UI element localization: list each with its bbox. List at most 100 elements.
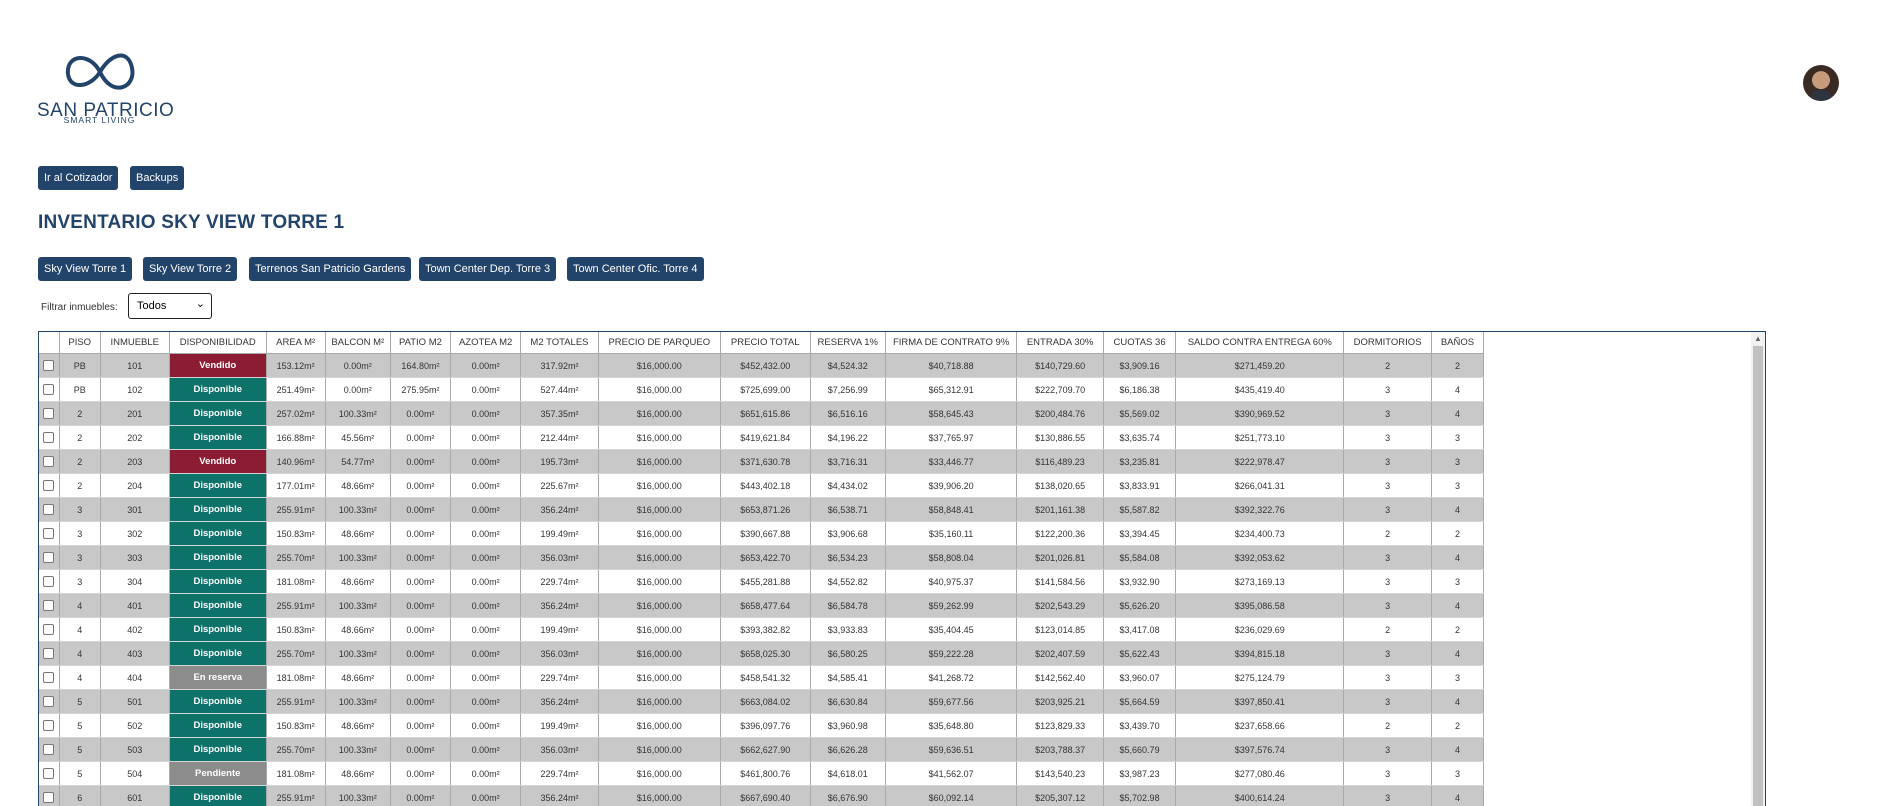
cell-patio: 0.00m² [390, 665, 451, 690]
table-row[interactable]: 6 601 Disponible 255.91m² 100.33m² 0.00m² 0.00… [39, 785, 1485, 806]
cell-balcon: 48.66m² [325, 665, 391, 690]
cell-balcon: 100.33m² [325, 545, 391, 570]
cell-cuotas: $6,186.38 [1103, 377, 1177, 402]
cell-entrada: $202,407.59 [1016, 641, 1104, 666]
col-header-m2-totales[interactable]: M2 TOTALES [520, 332, 599, 354]
table-row[interactable]: 3 302 Disponible 150.83m² 48.66m² 0.00m² 0.00m… [39, 521, 1485, 546]
table-row[interactable]: 3 301 Disponible 255.91m² 100.33m² 0.00m² 0.00… [39, 497, 1485, 522]
table-row[interactable]: 5 504 Pendiente 181.08m² 48.66m² 0.00m² 0.00m²… [39, 761, 1485, 786]
cell-area: 251.49m² [266, 377, 326, 402]
row-checkbox[interactable] [43, 552, 55, 564]
row-checkbox[interactable] [43, 768, 55, 780]
table-row[interactable]: 5 502 Disponible 150.83m² 48.66m² 0.00m² 0.00m… [39, 713, 1485, 738]
col-header-patio[interactable]: PATIO M2 [390, 332, 451, 354]
tab-sky-view-torre-2[interactable]: Sky View Torre 2 [143, 257, 238, 281]
table-row[interactable]: 3 304 Disponible 181.08m² 48.66m² 0.00m² 0.00m… [39, 569, 1485, 594]
cell-banos: 2 [1431, 353, 1485, 378]
col-header-firma-contrato[interactable]: FIRMA DE CONTRATO 9% [885, 332, 1018, 354]
row-checkbox[interactable] [43, 576, 55, 588]
tab-terrenos-san-patricio-gardens[interactable]: Terrenos San Patricio Gardens [249, 257, 412, 281]
col-header-balcon[interactable]: BALCON M² [325, 332, 391, 354]
col-header-banos[interactable]: BAÑOS [1431, 332, 1485, 354]
cell-balcon: 54.77m² [325, 449, 391, 474]
cell-m2-totales: 356.24m² [520, 785, 599, 806]
cell-piso: 5 [59, 761, 101, 786]
cell-piso: 3 [59, 569, 101, 594]
scroll-up-arrow-icon[interactable]: ▲ [1751, 332, 1765, 346]
col-header-inmueble[interactable]: INMUEBLE [100, 332, 170, 354]
tab-sky-view-torre-1[interactable]: Sky View Torre 1 [38, 257, 133, 281]
cell-piso: 4 [59, 593, 101, 618]
row-checkbox[interactable] [43, 792, 55, 804]
tab-town-center-ofic-torre-4[interactable]: Town Center Ofic. Torre 4 [567, 257, 704, 281]
row-checkbox[interactable] [43, 624, 55, 636]
table-row[interactable]: 4 401 Disponible 255.91m² 100.33m² 0.00m² 0.00… [39, 593, 1485, 618]
col-header-dormitorios[interactable]: DORMITORIOS [1343, 332, 1432, 354]
col-header-disponibilidad[interactable]: DISPONIBILIDAD [169, 332, 267, 354]
cell-patio: 0.00m² [390, 425, 451, 450]
row-checkbox[interactable] [43, 528, 55, 540]
cell-area: 255.70m² [266, 641, 326, 666]
cell-firma-contrato: $65,312.91 [885, 377, 1018, 402]
cell-inmueble: 204 [100, 473, 170, 498]
row-checkbox[interactable] [43, 432, 55, 444]
cotizador-button[interactable]: Ir al Cotizador [38, 166, 119, 190]
row-select-cell [39, 425, 60, 450]
table-row[interactable]: 2 204 Disponible 177.01m² 48.66m² 0.00m² 0.00m… [39, 473, 1485, 498]
cell-piso: PB [59, 353, 101, 378]
col-header-precio-parqueo[interactable]: PRECIO DE PARQUEO [598, 332, 721, 354]
table-row[interactable]: 4 402 Disponible 150.83m² 48.66m² 0.00m² 0.00m… [39, 617, 1485, 642]
row-checkbox[interactable] [43, 480, 55, 492]
table-row[interactable]: 5 501 Disponible 255.91m² 100.33m² 0.00m² 0.00… [39, 689, 1485, 714]
backups-button[interactable]: Backups [130, 166, 185, 190]
scrollbar-thumb[interactable] [1753, 346, 1763, 806]
row-checkbox[interactable] [43, 600, 55, 612]
table-row[interactable]: PB 101 Vendido 153.12m² 0.00m² 164.80m² 0.00m²… [39, 353, 1485, 378]
row-checkbox[interactable] [43, 384, 55, 396]
col-header-entrada[interactable]: ENTRADA 30% [1016, 332, 1104, 354]
col-header-precio-total[interactable]: PRECIO TOTAL [720, 332, 811, 354]
cell-precio-total: $393,382.82 [720, 617, 811, 642]
table-row[interactable]: 2 202 Disponible 166.88m² 45.56m² 0.00m² 0.00m… [39, 425, 1485, 450]
table-row[interactable]: 5 503 Disponible 255.70m² 100.33m² 0.00m² 0.00… [39, 737, 1485, 762]
col-header-cuotas[interactable]: CUOTAS 36 [1103, 332, 1177, 354]
cell-reserva: $3,716.31 [810, 449, 886, 474]
table-row[interactable]: 3 303 Disponible 255.70m² 100.33m² 0.00m² 0.00… [39, 545, 1485, 570]
row-checkbox[interactable] [43, 744, 55, 756]
row-checkbox[interactable] [43, 360, 55, 372]
table-scrollbar[interactable]: ▲ [1751, 332, 1765, 806]
cell-cuotas: $3,635.74 [1103, 425, 1177, 450]
user-avatar[interactable] [1803, 65, 1839, 101]
cell-banos: 4 [1431, 497, 1485, 522]
col-header-saldo[interactable]: SALDO CONTRA ENTREGA 60% [1175, 332, 1345, 354]
cell-piso: 6 [59, 785, 101, 806]
table-row[interactable]: 4 404 En reserva 181.08m² 48.66m² 0.00m² 0.00m… [39, 665, 1485, 690]
cell-dormitorios: 3 [1343, 761, 1432, 786]
table-row[interactable]: 2 201 Disponible 257.02m² 100.33m² 0.00m² 0.00… [39, 401, 1485, 426]
table-row[interactable]: 4 403 Disponible 255.70m² 100.33m² 0.00m² 0.00… [39, 641, 1485, 666]
cell-precio-total: $725,699.00 [720, 377, 811, 402]
col-header-reserva[interactable]: RESERVA 1% [810, 332, 886, 354]
status-badge: Disponible [169, 689, 267, 714]
row-checkbox[interactable] [43, 408, 55, 420]
status-badge: Disponible [169, 545, 267, 570]
cell-patio: 0.00m² [390, 713, 451, 738]
cell-piso: 3 [59, 521, 101, 546]
cell-precio-parqueo: $16,000.00 [598, 545, 721, 570]
row-checkbox[interactable] [43, 720, 55, 732]
row-checkbox[interactable] [43, 648, 55, 660]
col-header-piso[interactable]: PISO [59, 332, 101, 354]
cell-precio-parqueo: $16,000.00 [598, 737, 721, 762]
tab-town-center-dep-torre-3[interactable]: Town Center Dep. Torre 3 [419, 257, 557, 281]
col-header-azotea[interactable]: AZOTEA M2 [450, 332, 522, 354]
row-checkbox[interactable] [43, 672, 55, 684]
col-header-area[interactable]: AREA M² [266, 332, 326, 354]
filter-select[interactable]: Todos ⌄ [128, 293, 212, 319]
cell-m2-totales: 195.73m² [520, 449, 599, 474]
cell-dormitorios: 3 [1343, 449, 1432, 474]
row-checkbox[interactable] [43, 696, 55, 708]
row-checkbox[interactable] [43, 456, 55, 468]
row-checkbox[interactable] [43, 504, 55, 516]
table-row[interactable]: 2 203 Vendido 140.96m² 54.77m² 0.00m² 0.00m² 19… [39, 449, 1485, 474]
table-row[interactable]: PB 102 Disponible 251.49m² 0.00m² 275.95m² 0.0… [39, 377, 1485, 402]
